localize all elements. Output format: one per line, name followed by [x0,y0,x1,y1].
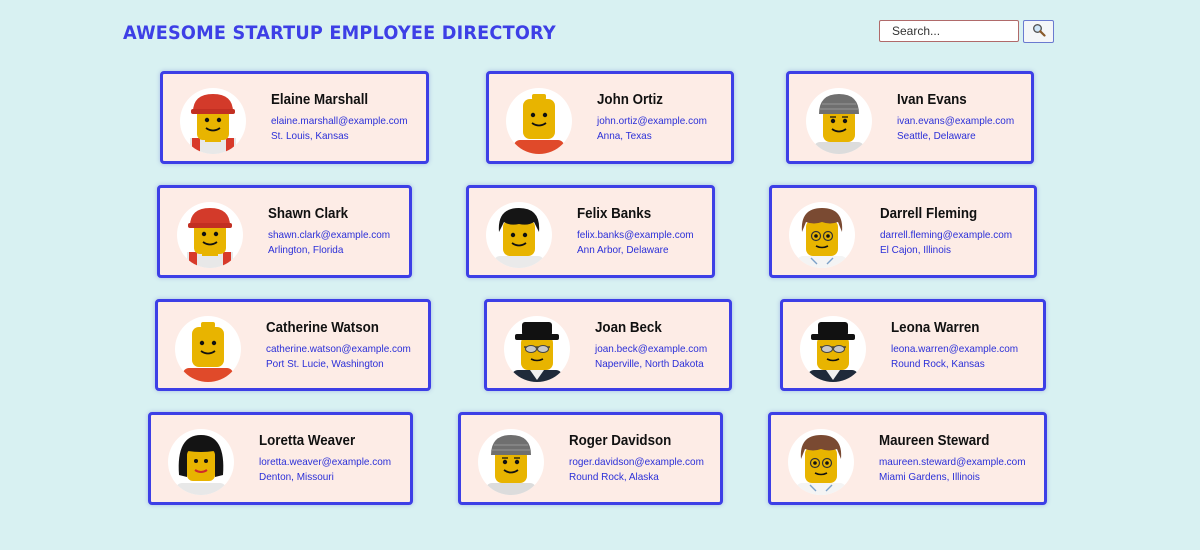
employee-email: john.ortiz@example.com [597,115,707,127]
page-title: AWESOME STARTUP EMPLOYEE DIRECTORY [123,22,556,44]
employee-card[interactable]: Leona Warren leona.warren@example.com Ro… [780,299,1046,391]
employee-email: darrell.fleming@example.com [880,229,1013,241]
employee-name: Maureen Steward [879,433,990,449]
employee-location: Denton, Missouri [259,471,334,483]
employee-card[interactable]: John Ortiz john.ortiz@example.com Anna, … [486,71,734,164]
magnifier-icon [1032,23,1046,40]
employee-email: elaine.marshall@example.com [271,115,408,127]
employee-card[interactable]: Loretta Weaver loretta.weaver@example.co… [148,412,413,505]
employee-location: El Cajon, Illinois [880,244,951,256]
employee-card[interactable]: Shawn Clark shawn.clark@example.com Arli… [157,185,412,278]
gray-cap-minifig-avatar [806,88,872,154]
employee-card[interactable]: Elaine Marshall elaine.marshall@example.… [160,71,429,164]
employee-location: Miami Gardens, Illinois [879,471,980,483]
employee-email: loretta.weaver@example.com [259,456,392,468]
employee-card[interactable]: Maureen Steward maureen.steward@example.… [768,412,1047,505]
employee-card[interactable]: Ivan Evans ivan.evans@example.com Seattl… [786,71,1034,164]
employee-location: Seattle, Delaware [897,130,976,142]
employee-name: Felix Banks [577,206,652,222]
long-black-hair-minifig-avatar [168,429,234,495]
hard-hat-minifig-avatar [177,202,243,268]
employee-name: John Ortiz [597,92,663,108]
employee-email: leona.warren@example.com [891,343,1019,355]
employee-location: Ann Arbor, Delaware [577,244,669,256]
employee-name: Catherine Watson [266,320,379,336]
black-hat-sunglasses-minifig-avatar [800,316,866,382]
employee-location: Round Rock, Kansas [891,358,985,370]
black-hair-minifig-avatar [486,202,552,268]
employee-name: Leona Warren [891,320,980,336]
employee-email: ivan.evans@example.com [897,115,1015,127]
employee-card[interactable]: Darrell Fleming darrell.fleming@example.… [769,185,1037,278]
black-hat-sunglasses-minifig-avatar [504,316,570,382]
gray-cap-minifig-avatar [478,429,544,495]
brown-hair-glasses-minifig-avatar [789,202,855,268]
employee-location: St. Louis, Kansas [271,130,349,142]
search-button[interactable] [1023,20,1054,43]
employee-email: shawn.clark@example.com [268,229,391,241]
employee-card[interactable]: Roger Davidson roger.davidson@example.co… [458,412,723,505]
employee-card[interactable]: Joan Beck joan.beck@example.com Napervil… [484,299,732,391]
employee-name: Darrell Fleming [880,206,978,222]
employee-email: roger.davidson@example.com [569,456,704,468]
employee-location: Arlington, Florida [268,244,344,256]
brown-hair-glasses-minifig-avatar [788,429,854,495]
employee-location: Round Rock, Alaska [569,471,659,483]
employee-name: Roger Davidson [569,433,672,449]
employee-email: maureen.steward@example.com [879,456,1026,468]
employee-card[interactable]: Catherine Watson catherine.watson@exampl… [155,299,431,391]
bald-minifig-avatar [175,316,241,382]
employee-name: Joan Beck [595,320,662,336]
employee-email: catherine.watson@example.com [266,343,411,355]
employee-name: Loretta Weaver [259,433,356,449]
employee-name: Ivan Evans [897,92,967,108]
hard-hat-minifig-avatar [180,88,246,154]
employee-name: Shawn Clark [268,206,349,222]
search-input[interactable] [879,20,1019,42]
employee-location: Anna, Texas [597,130,652,142]
employee-email: felix.banks@example.com [577,229,694,241]
employee-email: joan.beck@example.com [595,343,708,355]
bald-minifig-avatar [506,88,572,154]
employee-name: Elaine Marshall [271,92,369,108]
employee-location: Port St. Lucie, Washington [266,358,384,370]
employee-card[interactable]: Felix Banks felix.banks@example.com Ann … [466,185,715,278]
employee-location: Naperville, North Dakota [595,358,704,370]
